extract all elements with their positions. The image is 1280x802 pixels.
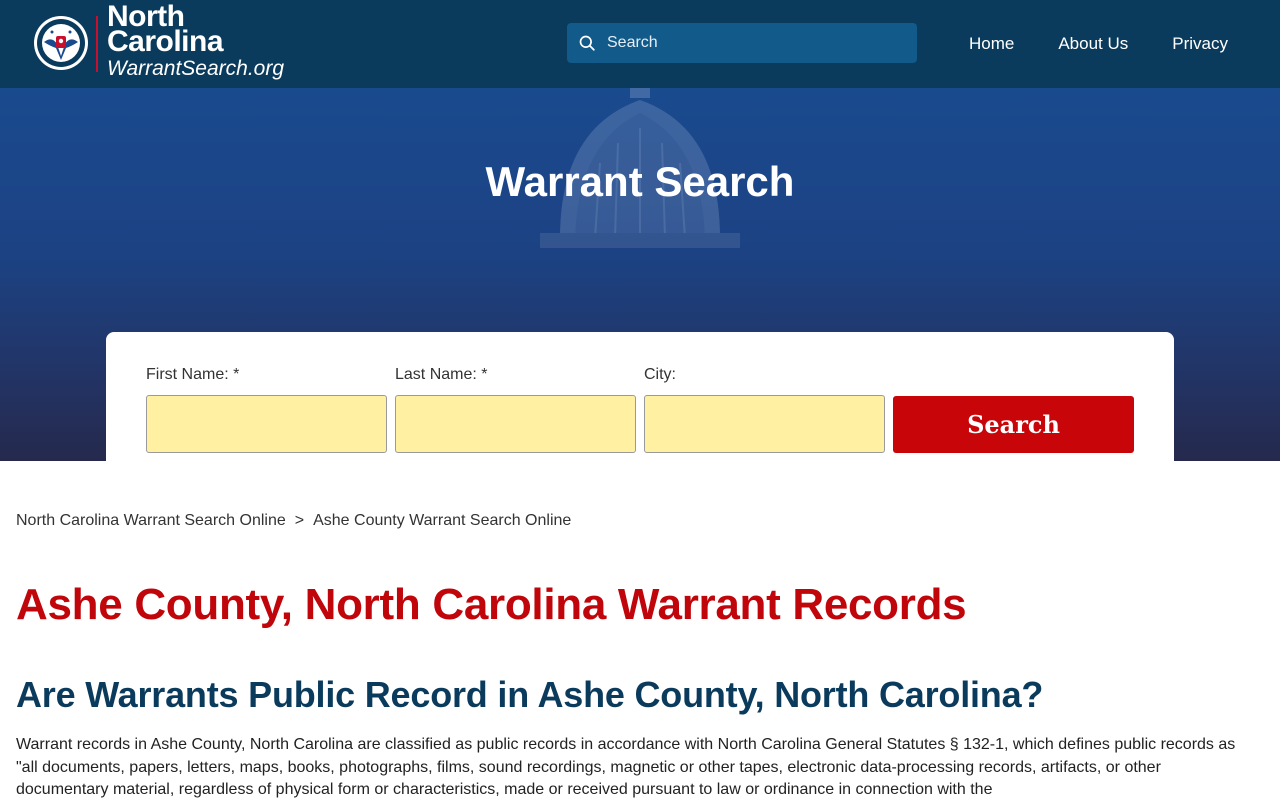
logo-divider xyxy=(96,16,98,72)
city-label: City: xyxy=(644,366,676,383)
warrant-search-logo-icon xyxy=(34,16,88,70)
hero-title: Warrant Search xyxy=(485,158,795,205)
site-header: North Carolina WarrantSearch.org Home Ab… xyxy=(0,0,1280,88)
intro-paragraph: Warrant records in Ashe County, North Ca… xyxy=(16,736,1236,798)
header-search-input[interactable] xyxy=(607,23,907,63)
last-name-label: Last Name: * xyxy=(395,366,488,383)
breadcrumb-item-current: Ashe County Warrant Search Online xyxy=(313,512,572,529)
breadcrumb-separator: > xyxy=(294,512,305,529)
brand-state-line2[interactable]: Carolina xyxy=(107,27,224,57)
brand-site-name[interactable]: WarrantSearch.org xyxy=(107,57,284,81)
page-title: Ashe County, North Carolina Warrant Reco… xyxy=(16,580,967,629)
search-button[interactable]: Search xyxy=(893,396,1134,453)
city-input[interactable] xyxy=(644,395,885,453)
hero-section: Warrant Search First Name: * Last Name: … xyxy=(0,88,1280,461)
nav-about-us-link[interactable]: About Us xyxy=(1058,33,1128,55)
breadcrumb: North Carolina Warrant Search Online > A… xyxy=(16,512,571,530)
breadcrumb-item-state[interactable]: North Carolina Warrant Search Online xyxy=(16,512,286,530)
nav-home-link[interactable]: Home xyxy=(969,33,1014,55)
first-name-input[interactable] xyxy=(146,395,387,453)
first-name-label: First Name: * xyxy=(146,366,240,383)
header-search-box[interactable] xyxy=(567,23,917,63)
main-nav: Home About Us Privacy xyxy=(969,33,1228,55)
search-icon[interactable] xyxy=(579,35,595,51)
section-heading: Are Warrants Public Record in Ashe Count… xyxy=(16,674,1044,715)
last-name-input[interactable] xyxy=(395,395,636,453)
warrant-search-form: First Name: * Last Name: * City: Search xyxy=(106,332,1174,461)
nav-privacy-link[interactable]: Privacy xyxy=(1172,33,1228,55)
